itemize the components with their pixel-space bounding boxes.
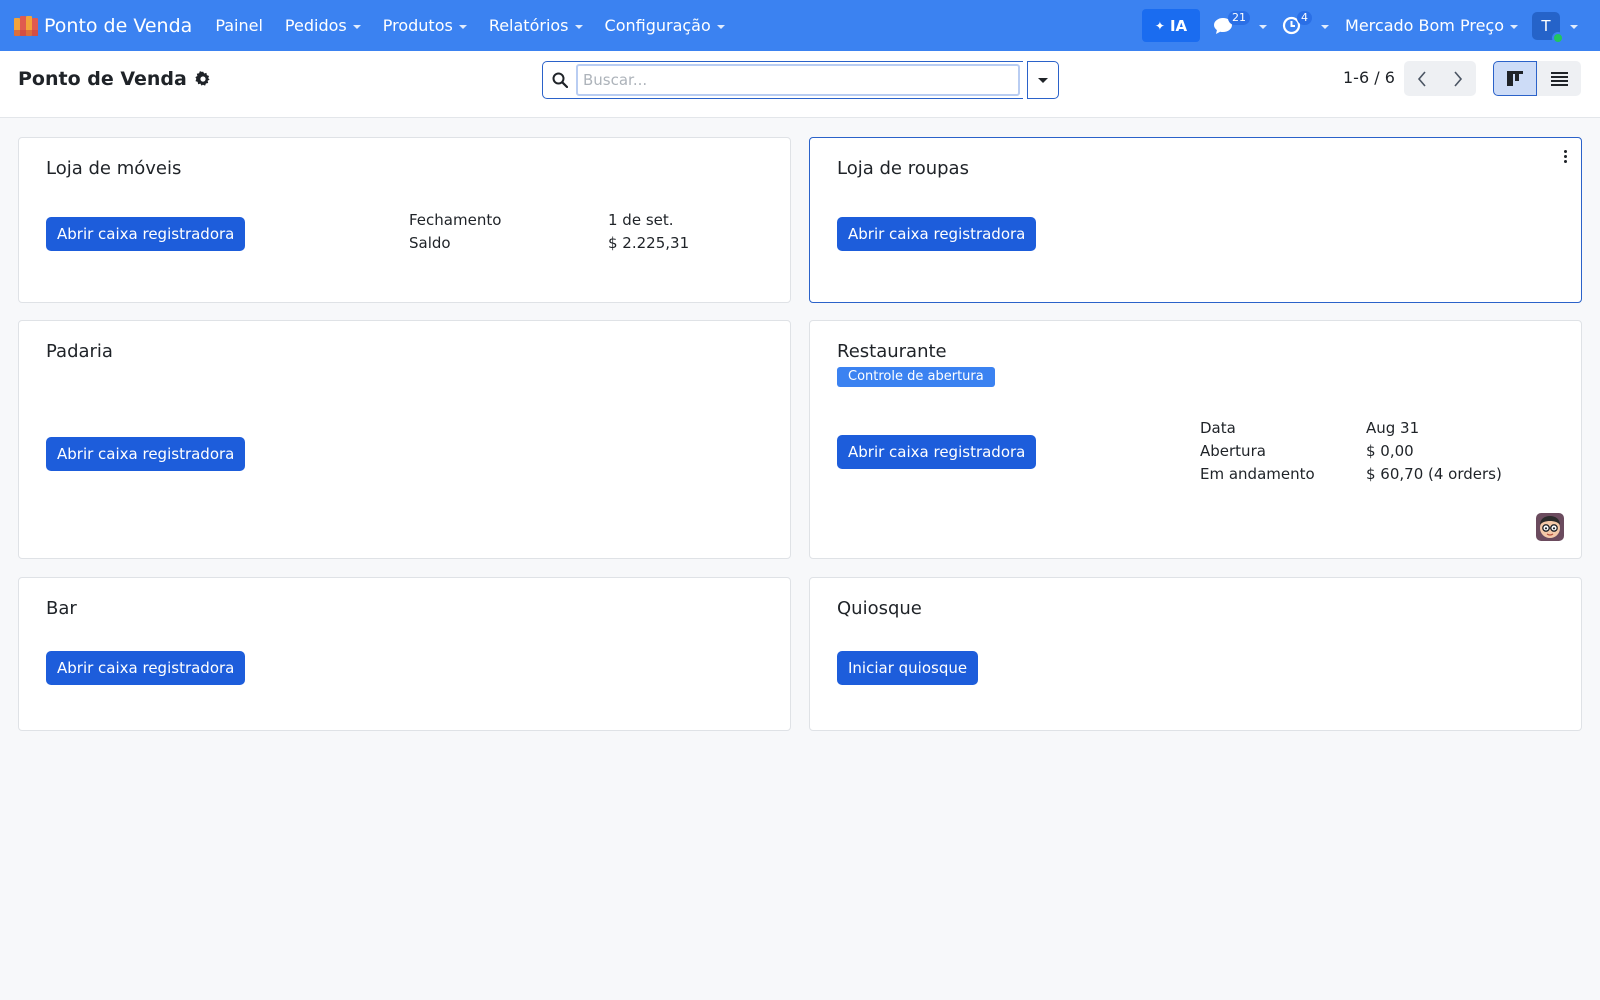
menu-produtos[interactable]: Produtos	[372, 0, 478, 51]
messages-count-badge: 21	[1228, 11, 1251, 25]
info-label: Data	[1200, 418, 1236, 437]
menu-label: Painel	[215, 16, 263, 35]
info-value: $ 60,70 (4 orders)	[1366, 464, 1502, 483]
app-name: Ponto de Venda	[44, 14, 193, 37]
menu-configuracao[interactable]: Configuração	[594, 0, 736, 51]
pager-value[interactable]: 1-6 / 6	[1343, 68, 1395, 87]
open-register-button[interactable]: Abrir caixa registradora	[46, 651, 246, 685]
chevron-left-icon	[1417, 70, 1426, 87]
open-register-button[interactable]: Abrir caixa registradora	[46, 437, 246, 471]
pos-app-icon	[14, 15, 38, 36]
menu-label: Configuração	[604, 16, 711, 35]
pager-previous-button[interactable]	[1404, 61, 1440, 96]
menu-painel[interactable]: Painel	[204, 0, 274, 51]
info-row: Data Aug 31	[1200, 416, 1502, 439]
user-menu[interactable]: T	[1528, 0, 1600, 51]
search-icon	[543, 72, 576, 88]
menu-pedidos[interactable]: Pedidos	[274, 0, 372, 51]
menu-relatorios[interactable]: Relatórios	[478, 0, 594, 51]
kebab-menu-icon[interactable]	[1560, 148, 1571, 165]
pos-card-quiosque: Quiosque Iniciar quiosque	[809, 577, 1582, 731]
user-face-avatar[interactable]	[1536, 513, 1564, 541]
kanban-icon	[1507, 70, 1523, 86]
messages-menu[interactable]: 21	[1206, 0, 1275, 51]
info-row: Em andamento $ 60,70 (4 orders)	[1200, 462, 1502, 485]
info-value: $ 0,00	[1366, 441, 1414, 460]
user-initial: T	[1541, 16, 1551, 35]
user-avatar: T	[1532, 11, 1564, 44]
pos-card-padaria: Padaria Abrir caixa registradora	[18, 320, 791, 559]
pager-next-button[interactable]	[1440, 61, 1476, 96]
company-switcher[interactable]: Mercado Bom Preço	[1337, 0, 1528, 51]
card-title: Loja de móveis	[46, 158, 182, 179]
control-panel: Ponto de Venda 1-6 / 6	[0, 51, 1600, 118]
info-label: Fechamento	[409, 210, 502, 229]
caret-down-icon	[1321, 24, 1330, 29]
open-register-button[interactable]: Abrir caixa registradora	[837, 435, 1037, 469]
online-status-dot	[1552, 31, 1564, 44]
opening-control-tag: Controle de abertura	[837, 367, 995, 387]
card-title: Loja de roupas	[837, 158, 969, 179]
ai-button[interactable]: ✦ IA	[1142, 9, 1201, 42]
info-value: Aug 31	[1366, 418, 1420, 437]
caret-down-icon	[1038, 77, 1048, 83]
open-register-button[interactable]: Abrir caixa registradora	[837, 217, 1037, 251]
info-row: Abertura $ 0,00	[1200, 439, 1502, 462]
info-value: 1 de set.	[608, 210, 674, 229]
search-options-toggle[interactable]	[1027, 61, 1059, 99]
kanban-view-button[interactable]	[1493, 61, 1537, 96]
card-title: Quiosque	[837, 598, 922, 619]
page-title: Ponto de Venda	[18, 68, 211, 90]
caret-down-icon	[1510, 24, 1518, 29]
info-row: Fechamento 1 de set.	[409, 208, 689, 231]
caret-down-icon	[1570, 24, 1578, 29]
start-kiosk-button[interactable]: Iniciar quiosque	[837, 651, 979, 685]
card-title: Bar	[46, 598, 77, 619]
info-label: Saldo	[409, 233, 451, 252]
menu-label: Relatórios	[488, 16, 569, 35]
session-info: Fechamento 1 de set. Saldo $ 2.225,31	[409, 208, 689, 254]
list-view-button[interactable]	[1537, 61, 1581, 96]
card-title: Padaria	[46, 341, 113, 362]
menu-label: Produtos	[382, 16, 453, 35]
caret-down-icon	[352, 24, 361, 29]
search-bar	[542, 61, 1059, 99]
caret-down-icon	[458, 24, 467, 29]
menu-label: Pedidos	[284, 16, 347, 35]
list-icon	[1550, 71, 1568, 86]
open-register-button[interactable]: Abrir caixa registradora	[46, 217, 246, 251]
company-name: Mercado Bom Preço	[1345, 16, 1504, 35]
session-info: Data Aug 31 Abertura $ 0,00 Em andamento…	[1200, 416, 1502, 485]
activities-menu[interactable]: 4	[1275, 0, 1337, 51]
systray: ✦ IA 21 4 Mercado Bom Preço T	[1142, 0, 1600, 51]
app-brand[interactable]: Ponto de Venda	[13, 15, 192, 37]
activities-count-badge: 4	[1297, 11, 1313, 25]
pos-card-loja-de-moveis: Loja de móveis Abrir caixa registradora …	[18, 137, 791, 303]
caret-down-icon	[716, 24, 725, 29]
pos-card-loja-de-roupas: Loja de roupas Abrir caixa registradora	[809, 137, 1582, 303]
search-field-wrapper	[542, 61, 1023, 99]
info-row: Saldo $ 2.225,31	[409, 231, 689, 254]
gear-icon[interactable]	[195, 71, 211, 87]
main-menu: Painel Pedidos Produtos Relatórios Confi…	[204, 0, 735, 51]
card-title: Restaurante	[837, 341, 947, 362]
top-navbar: Ponto de Venda Painel Pedidos Produtos R…	[0, 0, 1600, 51]
caret-down-icon	[574, 24, 583, 29]
pos-card-bar: Bar Abrir caixa registradora	[18, 577, 791, 731]
sparkle-icon: ✦	[1154, 18, 1165, 33]
info-label: Abertura	[1200, 441, 1266, 460]
info-value: $ 2.225,31	[608, 233, 690, 252]
search-input[interactable]	[576, 64, 1020, 96]
ai-label: IA	[1169, 16, 1188, 35]
info-label: Em andamento	[1200, 464, 1315, 483]
page-title-text: Ponto de Venda	[18, 68, 187, 90]
caret-down-icon	[1259, 24, 1268, 29]
chevron-right-icon	[1454, 70, 1463, 87]
pos-card-restaurante: Restaurante Controle de abertura Abrir c…	[809, 320, 1582, 559]
